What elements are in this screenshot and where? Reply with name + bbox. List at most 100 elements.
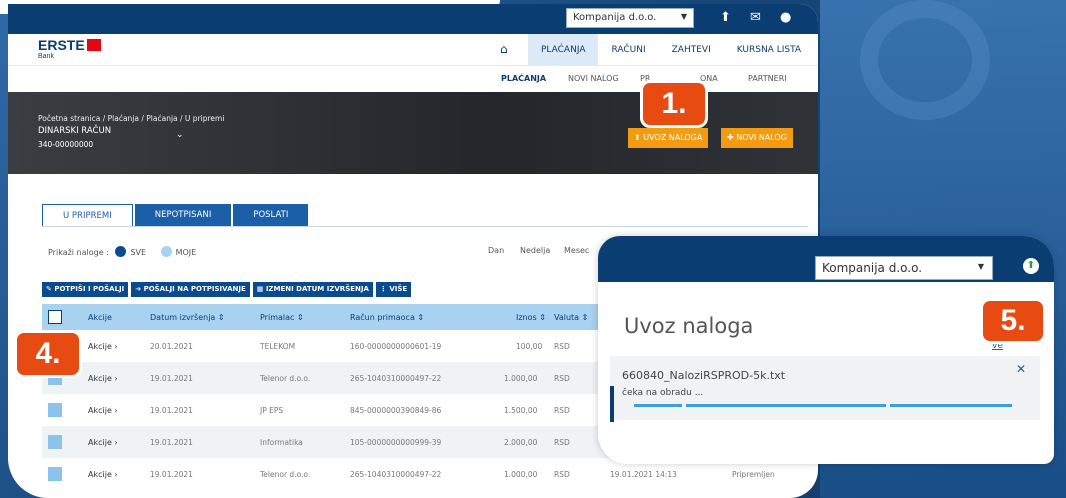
row-recipient: TELEKOM [260, 342, 296, 351]
row-checkbox[interactable] [48, 403, 62, 417]
row-amount: 2.000,00 [504, 438, 538, 447]
import-orders-label: UVOZ NALOGA [643, 133, 703, 142]
logo-sub: Bank [38, 53, 54, 60]
modal-company-value: Kompanija d.o.o. [822, 261, 923, 275]
row-date: 19.01.2021 [150, 470, 193, 479]
row-date: 20.01.2021 [150, 342, 193, 351]
callout-4: 4. [14, 330, 82, 378]
tabs: U PRIPREMI NEPOTPISANI POSLATI [42, 204, 310, 226]
filter-label: Prikaži naloge : [48, 248, 109, 257]
modal-title: Uvoz naloga [624, 314, 754, 338]
account-number: 340-00000000 [38, 140, 94, 149]
row-recipient: Telenor d.o.o. [260, 374, 311, 383]
subnav-partneri[interactable]: PARTNERI [748, 74, 787, 83]
row-recipient: Telenor d.o.o. [260, 470, 311, 479]
row-checkbox[interactable] [48, 435, 62, 449]
tab-nepotpisani[interactable]: NEPOTPISANI [134, 204, 232, 226]
progress-segment [890, 404, 1012, 407]
mail-icon[interactable]: ✉ [750, 10, 761, 25]
send-for-signing-label: POŠALJI NA POTPISIVANJE [143, 285, 246, 293]
company-select[interactable]: Kompanija d.o.o. ▼ [566, 8, 694, 28]
upload-file-name: 660840_NaloziRSPROD-5k.txt [622, 369, 786, 382]
nav-zahtevi[interactable]: ZAHTEVI [659, 34, 724, 66]
col-racun[interactable]: Račun primaoca ⇕ [350, 313, 424, 322]
row-currency: RSD [554, 470, 570, 479]
modal-top-bar: Kompanija d.o.o. ▼ ⬆ [598, 236, 1054, 282]
row-currency: RSD [554, 374, 570, 383]
sign-and-send-button[interactable]: ✎ POTPIŠI I POŠALJI [42, 282, 129, 297]
row-actions[interactable]: Akcije › [88, 406, 118, 415]
upload-icon[interactable]: ⬆ [1023, 258, 1039, 274]
tab-divider [42, 226, 808, 227]
row-date: 19.01.2021 [150, 406, 193, 415]
new-order-button[interactable]: ✚ NOVI NALOG [721, 128, 793, 148]
radio-mine[interactable] [160, 246, 172, 257]
col-akcije: Akcije [88, 313, 112, 322]
row-currency: RSD [554, 406, 570, 415]
order-filter: Prikaži naloge : SVE MOJE [48, 246, 196, 257]
nav-kursna-lista[interactable]: KURSNA LISTA [724, 34, 814, 66]
row-actions[interactable]: Akcije › [88, 374, 118, 383]
sign-and-send-label: POTPIŠI I POŠALJI [54, 285, 125, 293]
row-account: 105-0000000000999-39 [350, 438, 442, 447]
row-checkbox[interactable] [48, 467, 62, 481]
radio-mine-label: MOJE [175, 248, 197, 257]
row-amount: 1.000,00 [504, 470, 538, 479]
row-recipient: JP EPS [260, 406, 284, 415]
send-for-signing-button[interactable]: ➔ POŠALJI NA POTPISIVANJE [131, 282, 250, 297]
row-actions[interactable]: Akcije › [88, 438, 118, 447]
row-currency: RSD [554, 342, 570, 351]
row-account: 265-1040310000497-22 [350, 374, 442, 383]
radio-all-label: SVE [130, 248, 147, 257]
close-icon[interactable]: ✕ [1016, 362, 1026, 376]
upload-item-accent [610, 386, 614, 422]
account-name[interactable]: DINARSKI RAČUN [38, 126, 111, 136]
period-day[interactable]: Dan [488, 246, 504, 255]
row-date: 19.01.2021 [150, 374, 193, 383]
nav-racuni[interactable]: RAČUNI [598, 34, 658, 66]
user-icon[interactable]: ● [780, 10, 791, 25]
radio-all[interactable] [115, 246, 127, 257]
subnav-placanja[interactable]: PLAĆANJA [501, 74, 546, 83]
row-amount: 1.000,00 [504, 374, 538, 383]
period-week[interactable]: Nedelja [520, 246, 550, 255]
nav-placanja[interactable]: PLAĆANJA [528, 34, 599, 66]
col-primalac[interactable]: Primalac ⇕ [260, 313, 304, 322]
row-amount: 1.500,00 [504, 406, 538, 415]
breadcrumb: Početna stranica / Plaćanja / Plaćanja /… [38, 114, 225, 123]
logo[interactable]: ERSTE Bank [38, 37, 101, 60]
account-chevron-down-icon[interactable]: ⌄ [176, 130, 184, 140]
tab-u-pripremi[interactable]: U PRIPREMI [42, 204, 133, 226]
row-date: 19.01.2021 [150, 438, 193, 447]
chevron-down-icon: ▼ [680, 12, 687, 21]
period-month[interactable]: Mesec [564, 246, 589, 255]
row-account: 845-0000000390849-86 [350, 406, 442, 415]
subnav-novi-nalog[interactable]: NOVI NALOG [568, 74, 619, 83]
col-iznos[interactable]: Iznos ⇕ [516, 313, 546, 322]
upload-file-status: čeka na obradu ... [622, 388, 704, 398]
row-currency: RSD [554, 438, 570, 447]
col-valuta[interactable]: Valuta ⇕ [554, 313, 588, 322]
progress-segment [686, 404, 886, 407]
more-button[interactable]: ⋮ VIŠE [375, 282, 412, 297]
import-orders-button[interactable]: ⬆ UVOZ NALOGA [628, 128, 709, 148]
import-orders-modal: Kompanija d.o.o. ▼ ⬆ Uvoz naloga ve 66084… [598, 236, 1054, 464]
upload-icon[interactable]: ⬆ [720, 10, 731, 25]
modal-company-select[interactable]: Kompanija d.o.o. ▼ [815, 256, 993, 280]
logo-text: ERSTE [38, 37, 85, 53]
top-bar: Kompanija d.o.o. ▼ ⬆ ✉ ● [8, 4, 818, 34]
more-label: VIŠE [389, 285, 408, 293]
new-order-label: NOVI NALOG [736, 133, 787, 142]
row-account: 160-0000000000601-19 [350, 342, 442, 351]
col-datum[interactable]: Datum izvršenja ⇕ [150, 313, 225, 322]
progress-segment [634, 404, 682, 407]
row-actions[interactable]: Akcije › [88, 342, 118, 351]
row-actions[interactable]: Akcije › [88, 470, 118, 479]
change-date-button[interactable]: ▦ IZMENI DATUM IZVRŠENJA [252, 282, 373, 297]
tab-poslati[interactable]: POSLATI [233, 204, 309, 226]
select-all-checkbox[interactable] [48, 310, 62, 324]
gear-decoration-icon [860, 0, 990, 120]
home-icon[interactable]: ⌂ [500, 42, 508, 56]
callout-5: 5. [980, 298, 1046, 344]
main-nav: ERSTE Bank ⌂ PLAĆANJA RAČUNI ZAHTEVI KURS… [8, 34, 818, 66]
